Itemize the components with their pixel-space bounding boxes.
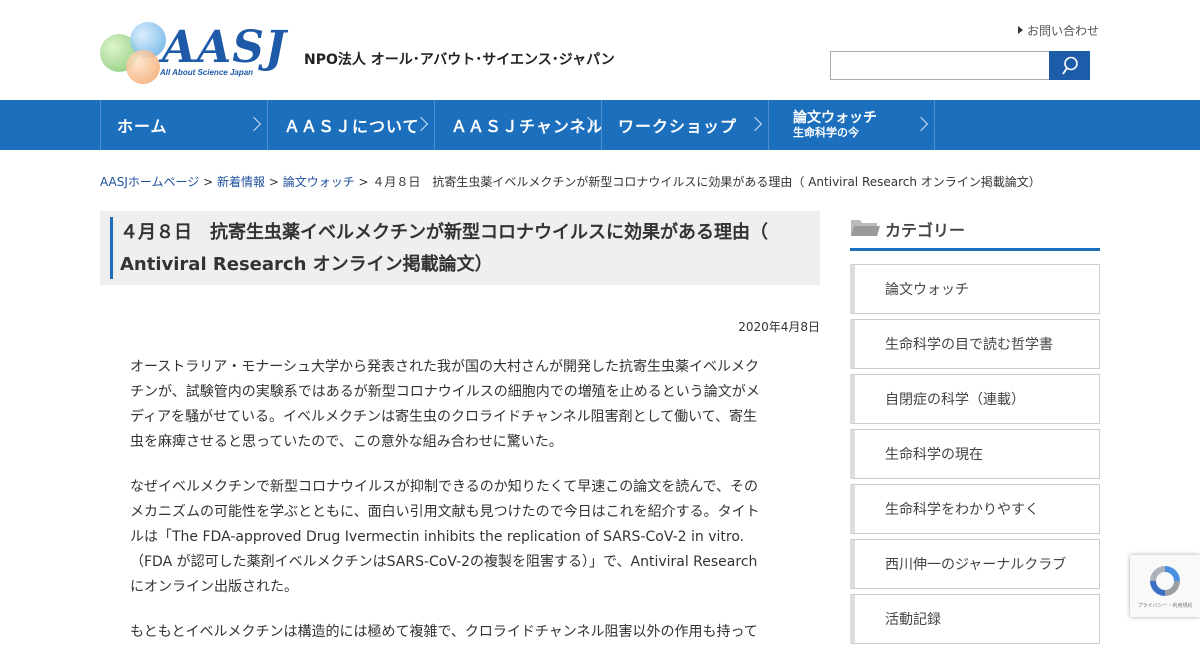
- nav-item-workshop[interactable]: ワークショップ: [601, 100, 768, 150]
- folder-icon: [851, 220, 880, 236]
- search-input[interactable]: [830, 51, 1050, 80]
- site-header: AASJ All About Science Japan NPO法人 オール･ア…: [0, 0, 1200, 100]
- breadcrumb-home-link[interactable]: AASJホームページ: [100, 175, 199, 189]
- logo-subtitle: All About Science Japan: [160, 68, 254, 77]
- breadcrumb-news-link[interactable]: 新着情報: [217, 175, 265, 189]
- article-date: 2020年4月8日: [738, 320, 820, 334]
- category-list: 論文ウォッチ 生命科学の目で読む哲学書 自閉症の科学（連載） 生命科学の現在 生…: [850, 264, 1100, 649]
- breadcrumb-separator: >: [199, 175, 217, 189]
- article-title: ４月８日 抗寄生虫薬イベルメクチンが新型コロナウイルスに効果がある理由（ Ant…: [120, 222, 768, 275]
- nav-item-paper-watch[interactable]: 論文ウォッチ 生命科学の今: [768, 100, 935, 150]
- category-item-philosophy[interactable]: 生命科学の目で読む哲学書: [850, 319, 1100, 369]
- triangle-right-icon: [1018, 26, 1023, 34]
- article-paragraph: なぜイベルメクチンで新型コロナウイルスが抑制できるのか知りたくて早速この論文を読…: [130, 479, 760, 595]
- search-icon: [1061, 56, 1078, 74]
- nav-item-label: ワークショップ: [618, 117, 738, 136]
- logo-circles-icon: [100, 22, 170, 88]
- category-title: カテゴリー: [885, 221, 966, 240]
- recaptcha-badge[interactable]: プライバシー・利用規約: [1130, 555, 1200, 617]
- chevron-right-icon: [913, 116, 929, 132]
- nav-item-label: ＡＡＳＪチャンネル: [451, 117, 604, 136]
- breadcrumb: AASJホームページ > 新着情報 > 論文ウォッチ > ４月８日 抗寄生虫薬イ…: [100, 173, 1041, 190]
- category-item-journal-club[interactable]: 西川伸一のジャーナルクラブ: [850, 539, 1100, 589]
- article-body: オーストラリア・モナーシュ大学から発表された我が国の大村さんが開発した抗寄生虫薬…: [130, 355, 770, 665]
- category-item-activity-log[interactable]: 活動記録: [850, 594, 1100, 644]
- category-item-autism[interactable]: 自閉症の科学（連載）: [850, 374, 1100, 424]
- main-nav: ホーム ＡＡＳＪについて ＡＡＳＪチャンネル ワークショップ 論文ウォッチ 生命…: [0, 100, 1200, 150]
- recaptcha-icon: [1150, 566, 1180, 596]
- nav-item-label: 論文ウォッチ: [793, 110, 877, 126]
- nav-item-channel[interactable]: ＡＡＳＪチャンネル: [434, 100, 604, 150]
- title-accent-bar: [110, 217, 113, 279]
- nav-item-about[interactable]: ＡＡＳＪについて: [267, 100, 434, 150]
- nav-item-label: ＡＡＳＪについて: [284, 117, 420, 136]
- chevron-right-icon: [747, 116, 763, 132]
- article-title-box: ４月８日 抗寄生虫薬イベルメクチンが新型コロナウイルスに効果がある理由（ Ant…: [100, 211, 820, 285]
- breadcrumb-current: ４月８日 抗寄生虫薬イベルメクチンが新型コロナウイルスに効果がある理由（ Ant…: [372, 175, 1041, 189]
- organization-name: NPO法人 オール･アバウト･サイエンス･ジャパン: [304, 52, 615, 68]
- category-item-life-science-easy[interactable]: 生命科学をわかりやすく: [850, 484, 1100, 534]
- recaptcha-text[interactable]: プライバシー・利用規約: [1130, 602, 1200, 609]
- nav-item-sublabel: 生命科学の今: [793, 126, 859, 139]
- category-item-paper-watch[interactable]: 論文ウォッチ: [850, 264, 1100, 314]
- category-header: カテゴリー: [850, 211, 1100, 251]
- chevron-right-icon: [246, 116, 262, 132]
- article-paragraph: オーストラリア・モナーシュ大学から発表された我が国の大村さんが開発した抗寄生虫薬…: [130, 359, 760, 450]
- article-paragraph: もともとイベルメクチンは構造的には極めて複雑で、クロライドチャンネル阻害以外の作…: [130, 624, 758, 640]
- contact-link[interactable]: お問い合わせ: [1018, 22, 1099, 39]
- nav-item-label: ホーム: [117, 117, 168, 136]
- nav-item-home[interactable]: ホーム: [100, 100, 267, 150]
- aasj-logo[interactable]: AASJ All About Science Japan: [100, 22, 290, 88]
- breadcrumb-separator: >: [354, 175, 373, 189]
- breadcrumb-category-link[interactable]: 論文ウォッチ: [283, 175, 355, 189]
- logo-text: AASJ: [162, 22, 287, 73]
- breadcrumb-separator: >: [265, 175, 283, 189]
- contact-link-label: お問い合わせ: [1027, 24, 1100, 38]
- category-item-life-science-now[interactable]: 生命科学の現在: [850, 429, 1100, 479]
- search-button[interactable]: [1049, 51, 1090, 80]
